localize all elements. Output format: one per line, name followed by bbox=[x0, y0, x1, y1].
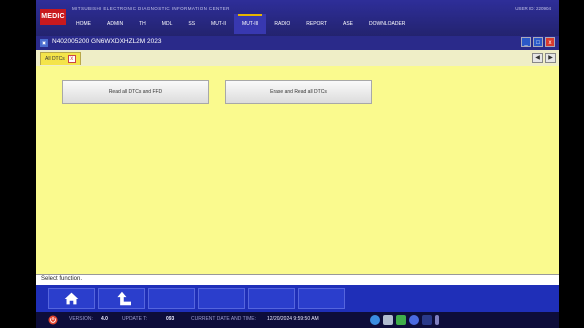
battery-icon[interactable] bbox=[422, 315, 432, 325]
menu-ss[interactable]: SS bbox=[180, 14, 203, 34]
home-icon bbox=[64, 292, 79, 305]
menu-mut-ii[interactable]: MUT-II bbox=[203, 14, 234, 34]
vci-icon[interactable] bbox=[383, 315, 393, 325]
back-button[interactable] bbox=[98, 288, 145, 309]
status-message: Select function. bbox=[41, 276, 83, 282]
menu-downloader[interactable]: DOWNLOADER bbox=[361, 14, 413, 34]
update-value: 093 bbox=[166, 316, 175, 322]
tab-label: All DTCs bbox=[45, 56, 65, 62]
window-controls: _ □ x bbox=[521, 37, 555, 47]
menu-ase[interactable]: ASE bbox=[335, 14, 361, 34]
datetime-value: 12/20/2024 9:59:50 AM bbox=[267, 316, 319, 322]
toolbar-slot-4[interactable] bbox=[198, 288, 245, 309]
bottom-toolbar bbox=[36, 285, 559, 312]
window-titlebar: ▣ N402005200 GN6WXDXHZL2M 2023 _ □ x bbox=[36, 36, 559, 50]
maximize-button[interactable]: □ bbox=[533, 37, 543, 47]
back-arrow-icon bbox=[117, 291, 131, 306]
update-label: UPDATE T: bbox=[122, 316, 148, 322]
window-title: N402005200 GN6WXDXHZL2M 2023 bbox=[52, 38, 162, 45]
menu-mut-iii[interactable]: MUT-III bbox=[234, 14, 267, 34]
tray-icons bbox=[370, 315, 439, 325]
menu-home[interactable]: HOME bbox=[68, 14, 99, 34]
version-label: VERSION: bbox=[69, 316, 93, 322]
home-button[interactable] bbox=[48, 288, 95, 309]
function-panel: Read all DTCs and FFD Erase and Read all… bbox=[36, 66, 559, 274]
toolbar-slot-6[interactable] bbox=[298, 288, 345, 309]
toolbar-slot-3[interactable] bbox=[148, 288, 195, 309]
minimize-button[interactable]: _ bbox=[521, 37, 531, 47]
network-icon[interactable] bbox=[396, 315, 406, 325]
medic-logo: MEDIC bbox=[40, 9, 66, 25]
close-button[interactable]: x bbox=[545, 37, 555, 47]
tab-all-dtcs[interactable]: All DTCs x bbox=[40, 52, 81, 65]
sound-icon[interactable] bbox=[409, 315, 419, 325]
info-bar: VERSION: 4.0 UPDATE T: 093 CURRENT DATE … bbox=[36, 312, 559, 328]
power-icon[interactable] bbox=[48, 315, 58, 325]
tab-bar: All DTCs x ◀ ▶ bbox=[36, 50, 559, 66]
menu-report[interactable]: REPORT bbox=[298, 14, 335, 34]
user-info: USER ID: 220904 bbox=[515, 6, 551, 11]
app-screen: MEDIC MITSUBISHI ELECTRONIC DIAGNOSTIC I… bbox=[36, 0, 559, 328]
tab-close-button[interactable]: x bbox=[67, 55, 76, 63]
app-title: MITSUBISHI ELECTRONIC DIAGNOSTIC INFORMA… bbox=[72, 6, 230, 11]
menu-admin[interactable]: ADMIN bbox=[99, 14, 131, 34]
vehicle-icon: ▣ bbox=[40, 39, 48, 47]
datetime-label: CURRENT DATE AND TIME: bbox=[191, 316, 257, 322]
main-menu: HOME ADMIN TH MDL SS MUT-II MUT-III RADI… bbox=[68, 14, 413, 34]
signal-icon[interactable] bbox=[435, 315, 439, 325]
next-tab-button[interactable]: ▶ bbox=[545, 53, 556, 63]
version-value: 4.0 bbox=[101, 316, 108, 322]
read-all-dtcs-button[interactable]: Read all DTCs and FFD bbox=[62, 80, 209, 104]
help-icon[interactable] bbox=[370, 315, 380, 325]
menu-th[interactable]: TH bbox=[131, 14, 154, 34]
user-id-label: USER ID: bbox=[515, 6, 535, 11]
prev-tab-button[interactable]: ◀ bbox=[532, 53, 543, 63]
app-header: MEDIC MITSUBISHI ELECTRONIC DIAGNOSTIC I… bbox=[36, 0, 559, 36]
tab-nav: ◀ ▶ bbox=[532, 53, 556, 63]
erase-and-read-dtcs-button[interactable]: Erase and Read all DTCs bbox=[225, 80, 372, 104]
menu-mdl[interactable]: MDL bbox=[154, 14, 181, 34]
menu-radio[interactable]: RADIO bbox=[266, 14, 298, 34]
toolbar-slot-5[interactable] bbox=[248, 288, 295, 309]
user-id-value: 220904 bbox=[535, 6, 551, 11]
